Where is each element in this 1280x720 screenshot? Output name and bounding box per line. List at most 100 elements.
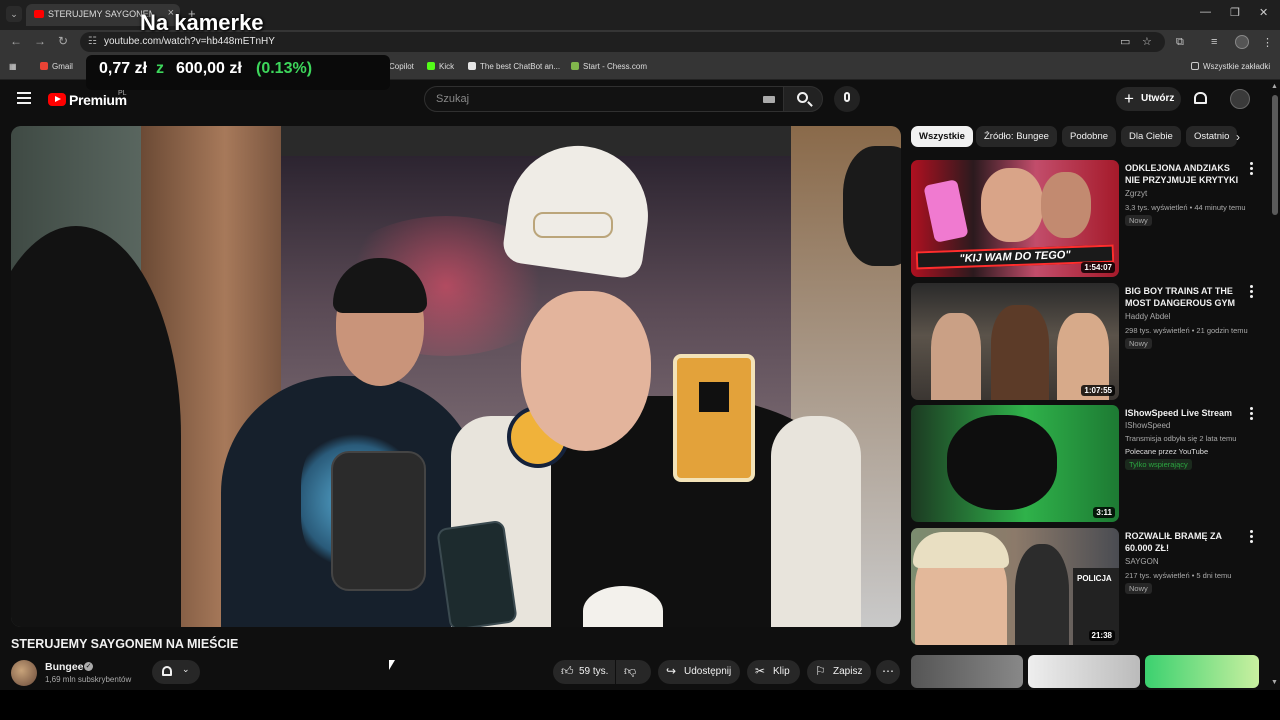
plus-icon: + bbox=[1124, 89, 1134, 108]
more-vertical-icon[interactable] bbox=[1250, 285, 1254, 299]
kick-icon bbox=[427, 62, 435, 70]
clip-button[interactable]: ✂ Klip bbox=[747, 660, 800, 684]
maximize-icon[interactable]: ❐ bbox=[1230, 6, 1240, 19]
like-button[interactable]: 👍︎ 59 tys. bbox=[553, 660, 615, 684]
page-scrollbar[interactable]: ▲ ▼ bbox=[1270, 81, 1280, 690]
recommendation-meta: Transmisja odbyła się 2 lata temu bbox=[1125, 434, 1237, 443]
minimize-icon[interactable]: — bbox=[1200, 6, 1211, 18]
channel-name[interactable]: Bungee bbox=[45, 661, 84, 673]
close-window-icon[interactable]: ✕ bbox=[1259, 6, 1268, 19]
share-icon: ↪ bbox=[666, 664, 677, 678]
more-horizontal-icon: ⋯ bbox=[882, 664, 894, 678]
short-thumbnail[interactable] bbox=[1028, 655, 1140, 688]
more-vertical-icon[interactable] bbox=[1250, 530, 1254, 544]
microphone-icon bbox=[844, 92, 850, 102]
short-thumbnail[interactable] bbox=[1145, 655, 1259, 688]
youtube-logo-icon[interactable] bbox=[48, 93, 66, 106]
all-bookmarks[interactable]: Wszystkie zakładki bbox=[1191, 62, 1270, 71]
recommendation-title[interactable]: ROZWALIŁ BRAMĘ ZA 60.000 ZŁ! bbox=[1125, 530, 1247, 554]
channel-avatar[interactable] bbox=[11, 660, 37, 686]
chip-for-you[interactable]: Dla Ciebie bbox=[1121, 126, 1181, 147]
share-label: Udostępnij bbox=[684, 666, 732, 677]
video-player[interactable] bbox=[11, 126, 901, 627]
more-actions-button[interactable]: ⋯ bbox=[876, 660, 900, 684]
new-badge: Nowy bbox=[1125, 338, 1152, 349]
recommendation-item[interactable]: "KIJ WAM DO TEGO" 1:54:07 ODKLEJONA ANDZ… bbox=[911, 160, 1259, 277]
recommendation-promo: Polecane przez YouTube bbox=[1125, 447, 1209, 456]
browser-menu-icon[interactable]: ⋮ bbox=[1262, 36, 1273, 49]
browser-profile-avatar[interactable] bbox=[1235, 35, 1249, 49]
forward-icon[interactable]: → bbox=[34, 34, 46, 48]
new-badge: Nowy bbox=[1125, 583, 1152, 594]
youtube-favicon-icon bbox=[34, 10, 44, 18]
reading-list-icon[interactable]: ≡ bbox=[1211, 36, 1217, 48]
short-thumbnail[interactable] bbox=[911, 655, 1023, 688]
recommendation-title[interactable]: ODKLEJONA ANDZIAKS NIE PRZYJMUJE KRYTYKI… bbox=[1125, 162, 1247, 186]
subscriber-count: 1,69 mln subskrybentów bbox=[45, 675, 132, 684]
tab-search-icon[interactable]: ⌄ bbox=[6, 6, 22, 22]
chip-related[interactable]: Podobne bbox=[1062, 126, 1117, 147]
voice-search-button[interactable] bbox=[834, 86, 860, 112]
recommendation-thumbnail[interactable]: 3:11 bbox=[911, 405, 1119, 522]
recommendation-channel[interactable]: Zgrzyt bbox=[1125, 189, 1147, 198]
recommendation-channel[interactable]: IShowSpeed bbox=[1125, 421, 1170, 430]
create-button[interactable]: + Utwórz bbox=[1116, 87, 1181, 111]
gmail-icon bbox=[40, 62, 48, 70]
video-duration: 1:07:55 bbox=[1081, 385, 1115, 396]
scroll-down-icon[interactable]: ▼ bbox=[1271, 679, 1278, 686]
search-button[interactable] bbox=[783, 86, 823, 112]
bell-icon bbox=[162, 666, 172, 676]
recommendation-title[interactable]: BIG BOY TRAINS AT THE MOST DANGEROUS GYM… bbox=[1125, 285, 1247, 309]
chip-from-bungee[interactable]: Źródło: Bungee bbox=[976, 126, 1057, 147]
search-icon bbox=[797, 92, 808, 103]
video-title: STERUJEMY SAYGONEM NA MIEŚCIE bbox=[11, 637, 239, 651]
back-icon[interactable]: ← bbox=[10, 34, 22, 48]
region-code: PL bbox=[118, 90, 127, 97]
more-vertical-icon[interactable] bbox=[1250, 162, 1254, 176]
subscription-notifications-button[interactable]: ⌄ bbox=[152, 660, 200, 684]
bookmark-chatbot[interactable]: The best ChatBot an... bbox=[468, 62, 560, 71]
recommendation-thumbnail[interactable]: POLICJA 21:38 bbox=[911, 528, 1119, 645]
scrollbar-thumb[interactable] bbox=[1272, 95, 1278, 215]
recommendation-thumbnail[interactable]: 1:07:55 bbox=[911, 283, 1119, 400]
shorts-row bbox=[911, 655, 1261, 688]
recommendation-item[interactable]: 1:07:55 BIG BOY TRAINS AT THE MOST DANGE… bbox=[911, 283, 1259, 400]
recommendation-item[interactable]: POLICJA 21:38 ROZWALIŁ BRAMĘ ZA 60.000 Z… bbox=[911, 528, 1259, 645]
search-input[interactable]: Szukaj bbox=[424, 86, 784, 112]
bookmark-gmail[interactable]: Gmail bbox=[40, 62, 73, 71]
create-label: Utwórz bbox=[1141, 93, 1175, 104]
bookmark-kick[interactable]: Kick bbox=[427, 62, 454, 71]
extensions-icon[interactable]: ⧉ bbox=[1176, 36, 1184, 49]
recommendation-title[interactable]: IShowSpeed Live Stream bbox=[1125, 407, 1247, 419]
scissors-icon: ✂ bbox=[755, 664, 766, 678]
chevron-right-icon[interactable]: › bbox=[1236, 130, 1240, 144]
guide-menu-icon[interactable] bbox=[17, 92, 31, 104]
recommendation-channel[interactable]: SAYGON bbox=[1125, 557, 1159, 566]
scroll-up-icon[interactable]: ▲ bbox=[1271, 83, 1278, 90]
share-button[interactable]: ↪ Udostępnij bbox=[658, 660, 740, 684]
thumbs-down-icon: 👎︎ bbox=[624, 664, 637, 678]
save-button[interactable]: ⚐ Zapisz bbox=[807, 660, 871, 684]
recommendation-thumbnail[interactable]: "KIJ WAM DO TEGO" 1:54:07 bbox=[911, 160, 1119, 277]
keyboard-icon[interactable] bbox=[763, 96, 775, 103]
recommendation-item[interactable]: 3:11 IShowSpeed Live Stream IShowSpeed T… bbox=[911, 405, 1259, 522]
apps-grid-icon[interactable]: ▦ bbox=[9, 62, 17, 71]
notifications-bell-icon[interactable] bbox=[1194, 92, 1207, 104]
bookmark-chess[interactable]: Start - Chess.com bbox=[571, 62, 647, 71]
site-info-icon[interactable]: ☷ bbox=[88, 36, 97, 47]
account-avatar[interactable] bbox=[1230, 89, 1250, 109]
url-text[interactable]: youtube.com/watch?v=hb448mETnHY bbox=[104, 36, 275, 47]
more-vertical-icon[interactable] bbox=[1250, 407, 1254, 421]
chip-all[interactable]: Wszystkie bbox=[911, 126, 973, 147]
recommendation-meta: 217 tys. wyświetleń • 5 dni temu bbox=[1125, 571, 1232, 580]
recommendation-channel[interactable]: Haddy Abdel bbox=[1125, 312, 1170, 321]
like-count: 59 tys. bbox=[579, 666, 609, 677]
tab-title: STERUJEMY SAYGONEM NA MIEŚCIE bbox=[48, 9, 152, 19]
reload-icon[interactable]: ↻ bbox=[58, 34, 68, 48]
dislike-button[interactable]: 👎︎ bbox=[616, 660, 651, 684]
chip-recent[interactable]: Ostatnio bbox=[1186, 126, 1238, 147]
cast-icon[interactable]: ▭ bbox=[1120, 35, 1130, 48]
folder-icon bbox=[1191, 62, 1199, 70]
verified-icon: ✓ bbox=[84, 662, 93, 671]
bookmark-star-icon[interactable]: ☆ bbox=[1142, 35, 1152, 48]
